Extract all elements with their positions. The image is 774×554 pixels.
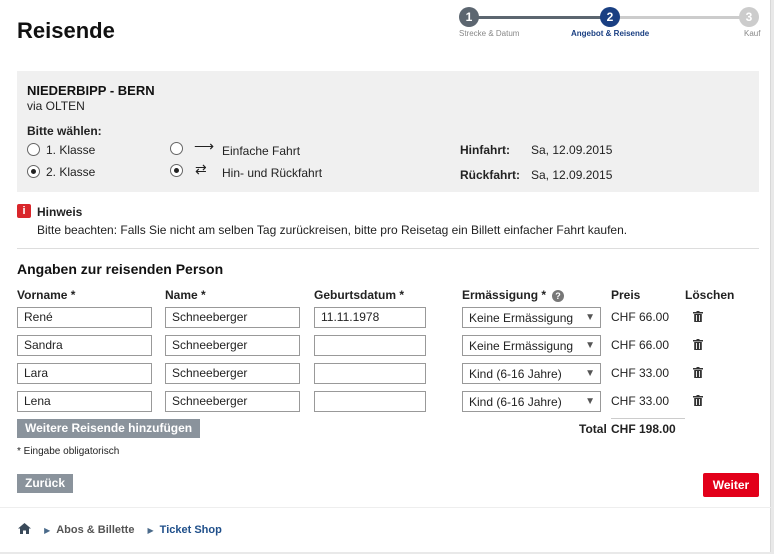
price-value: CHF 33.00 bbox=[611, 366, 670, 380]
total-value: CHF 198.00 bbox=[611, 422, 676, 436]
discount-value: Kind (6-16 Jahre) bbox=[469, 395, 562, 409]
chevron-down-icon: ▼ bbox=[585, 368, 595, 379]
page-title: Reisende bbox=[17, 18, 115, 43]
arrows-roundtrip-icon: ⇄ bbox=[195, 161, 207, 177]
help-icon[interactable]: ? bbox=[552, 289, 565, 302]
page-card: Reisende 1 Strecke & Datum 2 Angebot & R… bbox=[0, 0, 771, 552]
col-delete: Löschen bbox=[685, 288, 735, 302]
arrow-right-icon: ⟶ bbox=[194, 138, 215, 154]
one-way-radio[interactable] bbox=[170, 142, 183, 155]
step-1-circle[interactable]: 1 bbox=[459, 7, 479, 27]
step-3-circle: 3 bbox=[739, 7, 759, 27]
breadcrumb-item-abos[interactable]: Abos & Billette bbox=[56, 524, 134, 536]
step-2-circle: 2 bbox=[600, 7, 620, 27]
first-name-input[interactable]: René bbox=[17, 307, 152, 328]
chevron-down-icon: ▼ bbox=[585, 312, 595, 323]
route-summary-box: NIEDERBIPP - BERN via OLTEN Bitte wählen… bbox=[17, 71, 759, 192]
divider bbox=[17, 248, 759, 249]
discount-value: Kind (6-16 Jahre) bbox=[469, 367, 562, 381]
first-name-input[interactable]: Sandra bbox=[17, 335, 152, 356]
outbound-label: Hinfahrt: bbox=[460, 143, 510, 157]
birthdate-input[interactable]: 11.11.1978 bbox=[314, 307, 426, 328]
progress-stepper: 1 Strecke & Datum 2 Angebot & Reisende 3… bbox=[450, 7, 765, 43]
price-value: CHF 66.00 bbox=[611, 310, 670, 324]
breadcrumb: ▶ Abos & Billette ▶ Ticket Shop bbox=[18, 523, 222, 539]
add-traveller-button[interactable]: Weitere Reisende hinzufügen bbox=[17, 419, 201, 438]
price-value: CHF 66.00 bbox=[611, 338, 670, 352]
discount-select[interactable]: Keine Ermässigung ▼ bbox=[462, 335, 601, 356]
discount-value: Keine Ermässigung bbox=[469, 339, 574, 353]
route-title: NIEDERBIPP - BERN bbox=[27, 83, 155, 98]
info-icon: i bbox=[17, 204, 31, 218]
back-button[interactable]: Zurück bbox=[17, 474, 74, 493]
last-name-input[interactable]: Schneeberger bbox=[165, 391, 300, 412]
round-trip-radio[interactable] bbox=[170, 164, 183, 177]
home-icon[interactable] bbox=[18, 523, 31, 534]
first-name-input[interactable]: Lena bbox=[17, 391, 152, 412]
return-label: Rückfahrt: bbox=[460, 168, 521, 182]
breadcrumb-separator-icon: ▶ bbox=[44, 526, 51, 535]
birthdate-input[interactable] bbox=[314, 391, 426, 412]
chevron-down-icon: ▼ bbox=[585, 340, 595, 351]
return-date: Sa, 12.09.2015 bbox=[531, 168, 613, 182]
discount-select[interactable]: Kind (6-16 Jahre) ▼ bbox=[462, 363, 601, 384]
col-discount: Ermässigung *? bbox=[462, 288, 565, 302]
mandatory-note: * Eingabe obligatorisch bbox=[17, 446, 120, 457]
hint-title: Hinweis bbox=[37, 205, 83, 219]
birthdate-input[interactable] bbox=[314, 335, 426, 356]
total-label: Total bbox=[579, 422, 607, 436]
step-1-label: Strecke & Datum bbox=[459, 29, 520, 38]
first-name-input[interactable]: Lara bbox=[17, 363, 152, 384]
trash-icon[interactable] bbox=[693, 395, 703, 406]
route-via: via OLTEN bbox=[27, 99, 85, 113]
footer-divider bbox=[0, 507, 771, 508]
hint-text: Bitte beachten: Falls Sie nicht am selbe… bbox=[37, 223, 628, 237]
section-title: Angaben zur reisenden Person bbox=[17, 261, 224, 277]
step-3-label: Kauf bbox=[744, 29, 761, 38]
step-connector-pending bbox=[618, 16, 750, 19]
trash-icon[interactable] bbox=[693, 311, 703, 322]
breadcrumb-separator-icon: ▶ bbox=[147, 526, 154, 535]
breadcrumb-item-ticket-shop[interactable]: Ticket Shop bbox=[160, 524, 222, 536]
last-name-input[interactable]: Schneeberger bbox=[165, 335, 300, 356]
choose-label: Bitte wählen: bbox=[27, 124, 102, 138]
col-discount-label: Ermässigung * bbox=[462, 288, 547, 302]
class-2-label[interactable]: 2. Klasse bbox=[46, 165, 95, 179]
next-button[interactable]: Weiter bbox=[703, 473, 759, 497]
step-2-label: Angebot & Reisende bbox=[571, 29, 650, 38]
class-1-label[interactable]: 1. Klasse bbox=[46, 143, 95, 157]
step-connector-done bbox=[469, 16, 610, 19]
col-last-name: Name * bbox=[165, 288, 206, 302]
discount-select[interactable]: Kind (6-16 Jahre) ▼ bbox=[462, 391, 601, 412]
col-birthdate: Geburtsdatum * bbox=[314, 288, 405, 302]
total-divider bbox=[611, 418, 685, 419]
price-value: CHF 33.00 bbox=[611, 394, 670, 408]
col-price: Preis bbox=[611, 288, 641, 302]
discount-select[interactable]: Keine Ermässigung ▼ bbox=[462, 307, 601, 328]
last-name-input[interactable]: Schneeberger bbox=[165, 307, 300, 328]
last-name-input[interactable]: Schneeberger bbox=[165, 363, 300, 384]
chevron-down-icon: ▼ bbox=[585, 396, 595, 407]
discount-value: Keine Ermässigung bbox=[469, 311, 574, 325]
class-2-radio[interactable] bbox=[27, 165, 40, 178]
class-1-radio[interactable] bbox=[27, 143, 40, 156]
one-way-label[interactable]: Einfache Fahrt bbox=[222, 144, 300, 158]
trash-icon[interactable] bbox=[693, 339, 703, 350]
birthdate-input[interactable] bbox=[314, 363, 426, 384]
outbound-date: Sa, 12.09.2015 bbox=[531, 143, 613, 157]
trash-icon[interactable] bbox=[693, 367, 703, 378]
col-first-name: Vorname * bbox=[17, 288, 76, 302]
round-trip-label[interactable]: Hin- und Rückfahrt bbox=[222, 166, 322, 180]
